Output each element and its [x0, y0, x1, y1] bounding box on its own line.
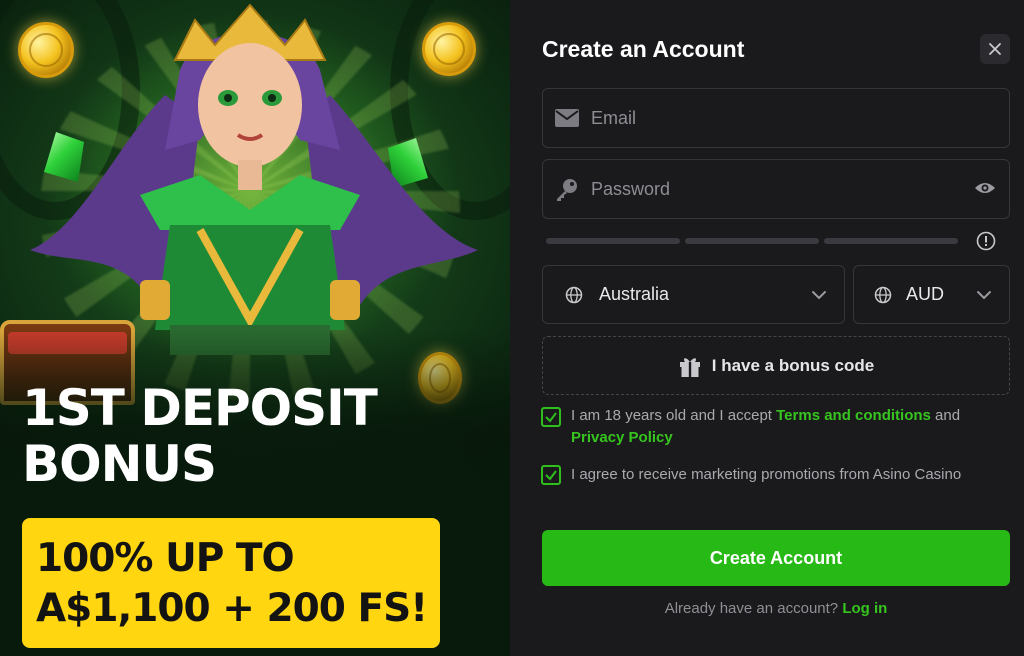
offer-line1: 100% UP TO [36, 536, 295, 581]
promo-banner: 1ST DEPOSIT BONUS 100% UP TO A$1,100 + 2… [0, 0, 510, 656]
strength-bar-1 [546, 238, 680, 244]
eye-icon[interactable] [975, 181, 995, 197]
offer-box: 100% UP TO A$1,100 + 200 FS! [22, 518, 440, 648]
marketing-text: I agree to receive marketing promotions … [571, 466, 962, 483]
form-title: Create an Account [542, 36, 745, 62]
country-select[interactable]: Australia [542, 265, 845, 324]
checkmark-icon [545, 470, 557, 481]
privacy-link[interactable]: Privacy Policy [571, 429, 673, 446]
login-prompt: Already have an account? [664, 600, 839, 617]
create-account-button[interactable]: Create Account [542, 530, 1010, 586]
offer-line2: A$1,100 + 200 FS! [36, 586, 428, 631]
country-value: Australia [599, 284, 670, 304]
strength-bar-2 [685, 238, 819, 244]
promo-headline-line1: 1ST DEPOSIT [22, 379, 378, 437]
marketing-checkbox[interactable] [541, 465, 561, 485]
signup-panel: Create an Account Email Australia AUD I … [510, 0, 1024, 656]
bonus-code-label: I have a bonus code [711, 355, 875, 375]
bonus-code-toggle[interactable]: I have a bonus code [542, 336, 1010, 395]
currency-value: AUD [906, 284, 945, 304]
key-icon [555, 176, 579, 202]
terms-text: I am 18 years old and I accept Terms and… [571, 407, 961, 446]
terms-link[interactable]: Terms and conditions [776, 407, 931, 424]
password-input[interactable] [591, 178, 975, 200]
promo-headline: 1ST DEPOSIT BONUS [22, 380, 492, 492]
password-field-container [542, 159, 1010, 219]
email-input[interactable] [591, 107, 1009, 129]
envelope-icon [555, 105, 579, 131]
globe-icon [870, 282, 896, 308]
currency-select[interactable]: AUD [853, 265, 1010, 324]
gift-icon [679, 357, 700, 377]
checkmark-icon [545, 412, 557, 423]
strength-bar-3 [824, 238, 958, 244]
email-field-container [542, 88, 1010, 148]
terms-checkbox[interactable] [541, 407, 561, 427]
close-icon [989, 43, 1001, 55]
chevron-down-icon [812, 290, 826, 299]
login-row: Already have an account? Log in [542, 600, 1010, 617]
promo-headline-line2: BONUS [22, 435, 217, 493]
close-button[interactable] [980, 34, 1010, 64]
info-icon[interactable] [976, 231, 996, 251]
chevron-down-icon [977, 290, 991, 299]
login-link[interactable]: Log in [842, 600, 887, 617]
globe-icon [561, 282, 587, 308]
